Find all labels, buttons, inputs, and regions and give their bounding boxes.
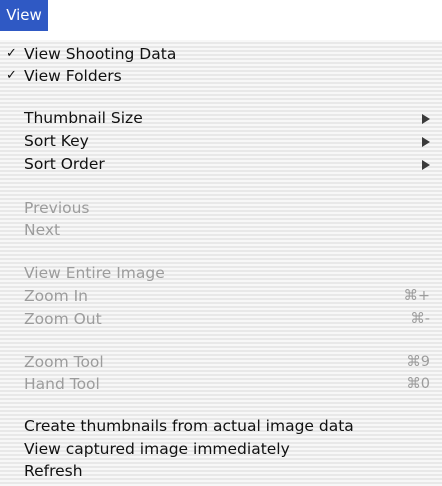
menu-item-zoom-in[interactable]: Zoom In ⌘+ <box>0 285 442 307</box>
menu-item-view-entire-image[interactable]: View Entire Image <box>0 262 442 284</box>
menu-item-sort-key[interactable]: Sort Key <box>0 130 442 152</box>
menu-item-shortcut: ⌘0 <box>406 376 430 392</box>
menu-item-label: Sort Order <box>24 155 105 173</box>
menu-item-previous[interactable]: Previous <box>0 197 442 219</box>
submenu-arrow-icon <box>422 114 430 124</box>
menu-item-next[interactable]: Next <box>0 219 442 241</box>
view-menu-title[interactable]: View <box>0 0 48 31</box>
menu-item-label: View Folders <box>24 67 122 85</box>
menu-item-shortcut: ⌘+ <box>403 288 430 304</box>
menu-item-label: Zoom In <box>24 287 89 305</box>
menu-item-label: Hand Tool <box>24 375 100 393</box>
checkmark-icon: ✓ <box>6 68 17 83</box>
menu-item-refresh[interactable]: Refresh <box>0 460 442 482</box>
menu-item-shortcut: ⌘9 <box>406 354 430 370</box>
menu-item-label: Sort Key <box>24 132 89 150</box>
menu-item-zoom-out[interactable]: Zoom Out ⌘- <box>0 308 442 330</box>
menu-item-zoom-tool[interactable]: Zoom Tool ⌘9 <box>0 351 442 373</box>
menu-item-label: Zoom Out <box>24 310 102 328</box>
menu-item-hand-tool[interactable]: Hand Tool ⌘0 <box>0 373 442 395</box>
menu-item-create-thumbnails[interactable]: Create thumbnails from actual image data <box>0 415 442 437</box>
menu-item-label: Thumbnail Size <box>24 109 143 127</box>
submenu-arrow-icon <box>422 137 430 147</box>
menu-item-label: Next <box>24 221 61 239</box>
menu-item-label: View captured image immediately <box>24 440 290 458</box>
menu-item-label: Create thumbnails from actual image data <box>24 417 354 435</box>
menu-item-label: Zoom Tool <box>24 353 104 371</box>
menu-item-view-folders[interactable]: ✓ View Folders <box>0 65 442 87</box>
view-menu-dropdown: ✓ View Shooting Data ✓ View Folders Thum… <box>0 40 442 486</box>
menu-item-view-shooting-data[interactable]: ✓ View Shooting Data <box>0 43 442 65</box>
menu-item-label: View Shooting Data <box>24 45 177 63</box>
menu-item-label: Previous <box>24 199 90 217</box>
checkmark-icon: ✓ <box>6 46 17 61</box>
menu-item-thumbnail-size[interactable]: Thumbnail Size <box>0 107 442 129</box>
submenu-arrow-icon <box>422 160 430 170</box>
menu-item-label: View Entire Image <box>24 264 165 282</box>
menu-item-label: Refresh <box>24 462 83 480</box>
menu-item-view-captured-image[interactable]: View captured image immediately <box>0 438 442 460</box>
menu-item-shortcut: ⌘- <box>410 311 430 327</box>
menu-item-sort-order[interactable]: Sort Order <box>0 153 442 175</box>
